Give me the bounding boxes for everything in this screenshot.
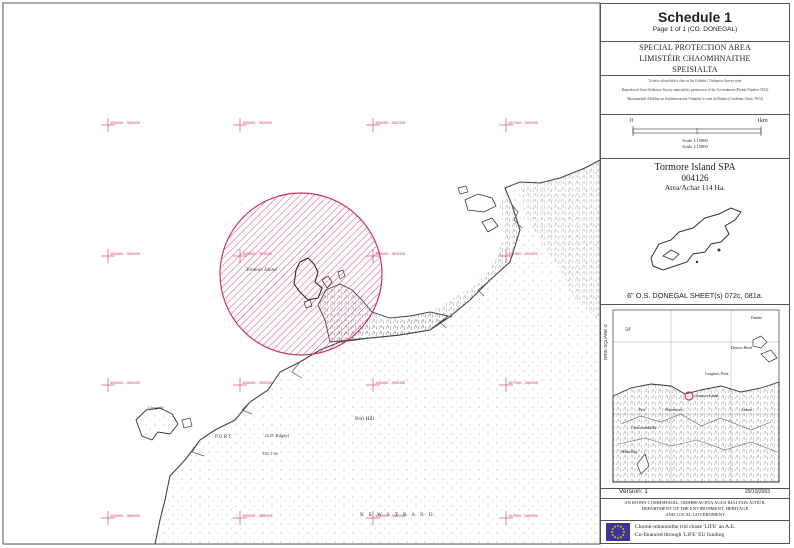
port-label: P O R T xyxy=(215,435,231,440)
eu-star xyxy=(611,534,614,536)
inset-section: GRID SQUARE G 50' Dunlee Dawros Head Lou… xyxy=(601,304,789,489)
grid-label: 156000 , 390000 xyxy=(375,380,406,385)
header-section: Schedule 1 Page 1 of 1 (CO. DONEGAL) xyxy=(601,4,789,42)
grid-label: 155000 , 389000 xyxy=(242,513,273,518)
inset-place-slievetooey: Slievetooey xyxy=(665,408,683,412)
spa-title-ga-2: SPEISIALTA xyxy=(672,65,718,74)
inset-grid-label: GRID SQUARE G xyxy=(603,324,608,361)
scale-section: 0 1km Scale 1:15000 Scála 1:15000 xyxy=(601,110,789,159)
spa-boundary xyxy=(219,192,383,356)
scale-zero: 0 xyxy=(630,118,633,124)
crosgaile-label: Crosgaile xyxy=(148,405,164,410)
copyright-line-3: Macasamhail d'léibhar na Suirbhéireachta… xyxy=(627,97,763,101)
inset-place-dawros-head: Dawros Head xyxy=(731,346,752,350)
site-code: 004126 xyxy=(681,173,709,183)
schedule-title: Schedule 1 xyxy=(658,9,732,25)
version-section: Version: 1 29/10/2003 xyxy=(601,488,789,498)
grid-label: 154000 , 392000 xyxy=(110,120,141,125)
eu-star xyxy=(617,537,619,539)
eu-star xyxy=(617,525,619,527)
grid-label: 157000 , 390000 xyxy=(508,380,539,385)
inset-place-glencolumbkille: Glencolumbkille xyxy=(631,426,657,430)
eu-star xyxy=(622,534,625,536)
inset-latitude: 50' xyxy=(625,328,631,333)
inset-place-malin-beg: Malin Beg xyxy=(621,450,638,454)
eu-star xyxy=(614,536,616,539)
grid-label: 156000 , 391000 xyxy=(375,251,406,256)
copyright-line-1: Tosaíse oifeachiúil a chur ar An Ordnáis… xyxy=(648,79,742,83)
spa-title-ga-1: LIMISTÉIR CHAOMHNAITHE xyxy=(639,54,751,63)
eu-star xyxy=(620,525,622,528)
dept-line-3: AND LOCAL GOVERNMENT xyxy=(665,512,725,517)
site-section: Tormore Island SPA 004126 Area/Achar 114… xyxy=(601,158,789,305)
port-hill-label: Port Hill xyxy=(355,416,375,422)
inset-place-tormore: Tormore Island xyxy=(695,394,719,398)
eu-funding-ga: Chomh-mhaoinithe tríd chiste 'LIFE' an A… xyxy=(635,524,736,530)
grid-label: 154000 , 389000 xyxy=(110,513,141,518)
grid-label: 157000 , 391000 xyxy=(508,251,539,256)
inset-place-ardara: Ardara xyxy=(741,408,752,412)
grid-label: 154000 , 390000 xyxy=(110,380,141,385)
islet-west xyxy=(181,417,193,429)
grid-label: 156000 , 392000 xyxy=(375,120,406,125)
eu-star xyxy=(620,536,622,539)
copyright-section: Tosaíse oifeachiúil a chur ar An Ordnáis… xyxy=(601,75,789,115)
grid-label: 155000 , 390000 xyxy=(242,380,273,385)
department-section: AN ROINN COMHSHAOIL, OIDHREACHTA AGUS RI… xyxy=(601,498,789,522)
grid-label: 157000 , 392000 xyxy=(508,120,539,125)
scale-text-ga: Scála 1:15000 xyxy=(682,144,708,149)
grid-label: 157000 , 389000 xyxy=(508,513,539,518)
inset-place-loughros-point: Loughros Point xyxy=(705,372,729,376)
page-info: Page 1 of 1 (CO. DONEGAL) xyxy=(652,26,738,33)
os-sheets: 6" O.S. DONEGAL SHEET(s) 072c, 081a. xyxy=(627,291,763,300)
site-outline-thumbnail xyxy=(650,207,742,271)
legend-panel: Schedule 1 Page 1 of 1 (CO. DONEGAL) SPE… xyxy=(600,3,790,544)
spa-title-en: SPECIAL PROTECTION AREA xyxy=(639,43,751,52)
bench-mark-label: (S.D. Bdgdy) xyxy=(265,433,290,438)
eu-star xyxy=(614,525,616,528)
sheet-numbers-label: 330 1 36 xyxy=(262,451,279,456)
inset-place-port: Port xyxy=(639,408,646,412)
site-area: Area/Achar 114 Ha. xyxy=(664,183,726,192)
inset-place-dunlee: Dunlee xyxy=(751,316,762,320)
eu-star xyxy=(611,531,613,533)
site-name: Tormore Island SPA xyxy=(654,162,736,173)
eu-flag-icon xyxy=(606,523,630,541)
eu-funding-en: Co-financed through 'LIFE' EU funding xyxy=(635,532,725,538)
strand-label: N E W S T R A N D xyxy=(360,513,434,518)
version: Version: 1 xyxy=(619,488,648,495)
grid-label: 155000 , 391000 xyxy=(242,251,273,256)
eu-star xyxy=(623,531,625,533)
funding-section: Chomh-mhaoinithe tríd chiste 'LIFE' an A… xyxy=(601,520,789,544)
eu-star xyxy=(611,528,614,530)
eu-star xyxy=(622,528,625,530)
map-date: 29/10/2003 xyxy=(745,489,771,495)
designation-section: SPECIAL PROTECTION AREA LIMISTÉIR CHAOMH… xyxy=(601,41,789,76)
copyright-line-2: Reproduced from Ordnance Survey material… xyxy=(621,88,769,92)
island-label: Tormore Island xyxy=(246,268,277,273)
scale-end: 1km xyxy=(757,118,768,124)
grid-label: 154000 , 391000 xyxy=(110,251,141,256)
grid-label: 155000 , 392000 xyxy=(242,120,273,125)
